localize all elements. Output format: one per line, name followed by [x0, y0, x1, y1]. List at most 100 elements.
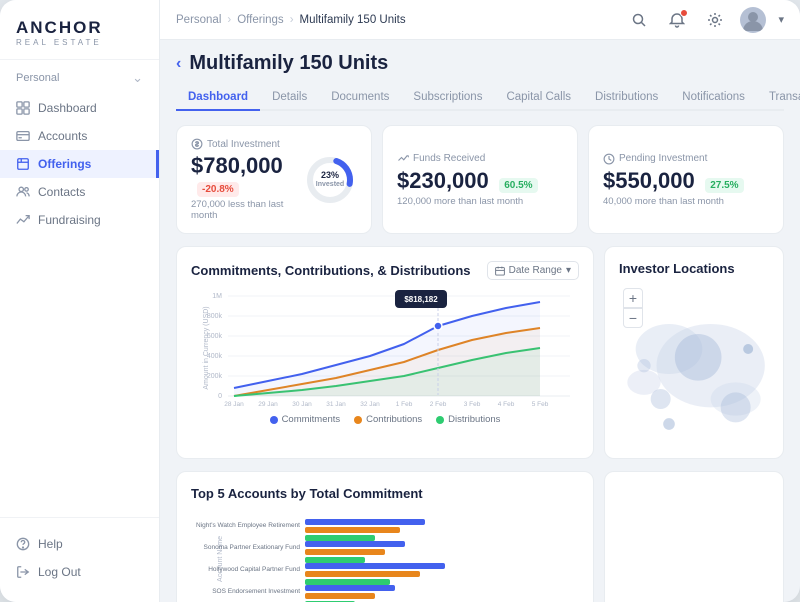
line-chart: 1M 800k 600k 400k 200k 0 Amount in Curre… — [191, 288, 579, 408]
zoom-in-button[interactable]: + — [623, 288, 643, 308]
help-icon — [16, 537, 30, 551]
sidebar-section: Personal ⌄ — [0, 60, 159, 90]
topbar-actions: ▾ — [626, 7, 784, 33]
package-icon — [16, 157, 30, 171]
tab-capital-calls[interactable]: Capital Calls — [494, 85, 583, 111]
legend-distributions: Distributions — [436, 414, 500, 425]
svg-text:29 Jan: 29 Jan — [258, 401, 278, 408]
stat-total-investment: Total Investment $780,000 -20.8% 270,000… — [176, 125, 372, 234]
sidebar-item-help[interactable]: Help — [0, 530, 159, 558]
stat-sub-investment: 270,000 less than last month — [191, 199, 291, 221]
tab-documents[interactable]: Documents — [319, 85, 401, 111]
content-area: ‹ Multifamily 150 Units Dashboard Detail… — [160, 40, 800, 602]
tab-notifications[interactable]: Notifications — [670, 85, 757, 111]
tab-distributions[interactable]: Distributions — [583, 85, 670, 111]
users-icon — [16, 185, 30, 199]
stat-info-investment: Total Investment $780,000 -20.8% 270,000… — [191, 138, 291, 221]
svg-text:0: 0 — [218, 393, 222, 400]
logo: ANCHOR REAL ESTATE — [0, 0, 159, 60]
gear-icon — [707, 12, 723, 28]
svg-text:1M: 1M — [212, 293, 222, 300]
zoom-out-button[interactable]: − — [623, 308, 643, 328]
back-arrow[interactable]: ‹ — [176, 55, 181, 73]
chart-legend: Commitments Contributions Distributions — [191, 414, 579, 425]
topbar: Personal › Offerings › Multifamily 150 U… — [160, 0, 800, 40]
svg-text:28 Jan: 28 Jan — [224, 401, 244, 408]
legend-dot-commitments — [270, 416, 278, 424]
stat-label-investment: Total Investment — [191, 138, 291, 150]
date-range-button[interactable]: Date Range ▾ — [487, 261, 579, 280]
calendar-icon — [495, 266, 505, 276]
logout-icon — [16, 565, 30, 579]
investor-locations-card: Investor Locations — [604, 246, 784, 459]
grid-icon — [16, 101, 30, 115]
map-area: + − — [619, 284, 769, 444]
tab-details[interactable]: Details — [260, 85, 319, 111]
stat-value-investment: $780,000 — [191, 153, 283, 178]
svg-text:Amount in Currency (USD): Amount in Currency (USD) — [203, 306, 210, 389]
sidebar-nav: Dashboard Accounts Offerings Contacts Fu… — [0, 90, 159, 517]
sidebar-item-accounts[interactable]: Accounts — [0, 122, 159, 150]
dollar-icon — [191, 138, 203, 150]
stat-pending-investment: Pending Investment $550,000 27.5% 40,000… — [588, 125, 784, 234]
clock-icon — [603, 153, 615, 165]
trending-up-icon — [16, 213, 30, 227]
svg-text:31 Jan: 31 Jan — [326, 401, 346, 408]
legend-commitments: Commitments — [270, 414, 341, 425]
svg-text:32 Jan: 32 Jan — [360, 401, 380, 408]
stat-badge-funds: 60.5% — [499, 178, 537, 193]
svg-text:4 Feb: 4 Feb — [498, 401, 515, 408]
tab-dashboard[interactable]: Dashboard — [176, 85, 260, 111]
svg-text:Night's Watch Employee Retirem: Night's Watch Employee Retirement — [196, 522, 300, 529]
legend-contributions: Contributions — [354, 414, 422, 425]
charts-row: Commitments, Contributions, & Distributi… — [176, 246, 784, 459]
logo-sub: REAL ESTATE — [16, 38, 143, 47]
sidebar: ANCHOR REAL ESTATE Personal ⌄ Dashboard … — [0, 0, 160, 602]
search-button[interactable] — [626, 7, 652, 33]
map-title: Investor Locations — [619, 261, 769, 276]
svg-text:5 Feb: 5 Feb — [532, 401, 549, 408]
stat-funds-received: Funds Received $230,000 60.5% 120,000 mo… — [382, 125, 578, 234]
tab-transactions[interactable]: Transactions — [757, 85, 800, 111]
donut-label: 23% Invested — [303, 153, 357, 207]
bottom-row: Top 5 Accounts by Total Commitment Accou… — [176, 471, 784, 602]
svg-text:1 Feb: 1 Feb — [396, 401, 413, 408]
svg-text:$818,182: $818,182 — [404, 295, 438, 304]
sidebar-item-fundraising[interactable]: Fundraising — [0, 206, 159, 234]
legend-dot-distributions — [436, 416, 444, 424]
bar-chart-svg: Account Name Night's Watch Employee Reti… — [191, 511, 579, 602]
sidebar-item-offerings[interactable]: Offerings — [0, 150, 159, 178]
funds-icon — [397, 153, 409, 165]
line-chart-svg: 1M 800k 600k 400k 200k 0 Amount in Curre… — [191, 288, 579, 408]
settings-button[interactable] — [702, 7, 728, 33]
bottom-right-card — [604, 471, 784, 602]
logo-text: ANCHOR — [16, 18, 143, 38]
main-content: Personal › Offerings › Multifamily 150 U… — [160, 0, 800, 602]
credit-card-icon — [16, 129, 30, 143]
sidebar-item-logout[interactable]: Log Out — [0, 558, 159, 586]
stat-badge-pending: 27.5% — [705, 178, 743, 193]
top-accounts-title: Top 5 Accounts by Total Commitment — [191, 486, 579, 501]
svg-text:30 Jan: 30 Jan — [292, 401, 312, 408]
legend-dot-contributions — [354, 416, 362, 424]
sidebar-bottom: Help Log Out — [0, 517, 159, 602]
svg-text:3 Feb: 3 Feb — [464, 401, 481, 408]
avatar[interactable] — [740, 7, 766, 33]
page-title: ‹ Multifamily 150 Units — [176, 52, 784, 75]
commitments-chart-title: Commitments, Contributions, & Distributi… — [191, 263, 471, 278]
commitments-chart-card: Commitments, Contributions, & Distributi… — [176, 246, 594, 459]
search-icon — [631, 12, 647, 28]
svg-text:Account Name: Account Name — [217, 536, 224, 582]
top-accounts-card: Top 5 Accounts by Total Commitment Accou… — [176, 471, 594, 602]
stat-value-funds: $230,000 — [397, 168, 489, 193]
map-zoom-controls: + − — [623, 288, 643, 328]
tab-subscriptions[interactable]: Subscriptions — [401, 85, 494, 111]
stat-value-pending: $550,000 — [603, 168, 695, 193]
svg-text:2 Feb: 2 Feb — [430, 401, 447, 408]
notifications-button[interactable] — [664, 7, 690, 33]
svg-text:SOS Endorsement Investment: SOS Endorsement Investment — [212, 588, 300, 595]
donut-chart: 23% Invested — [303, 153, 357, 207]
stat-badge-investment: -20.8% — [197, 182, 239, 197]
sidebar-item-dashboard[interactable]: Dashboard — [0, 94, 159, 122]
sidebar-item-contacts[interactable]: Contacts — [0, 178, 159, 206]
